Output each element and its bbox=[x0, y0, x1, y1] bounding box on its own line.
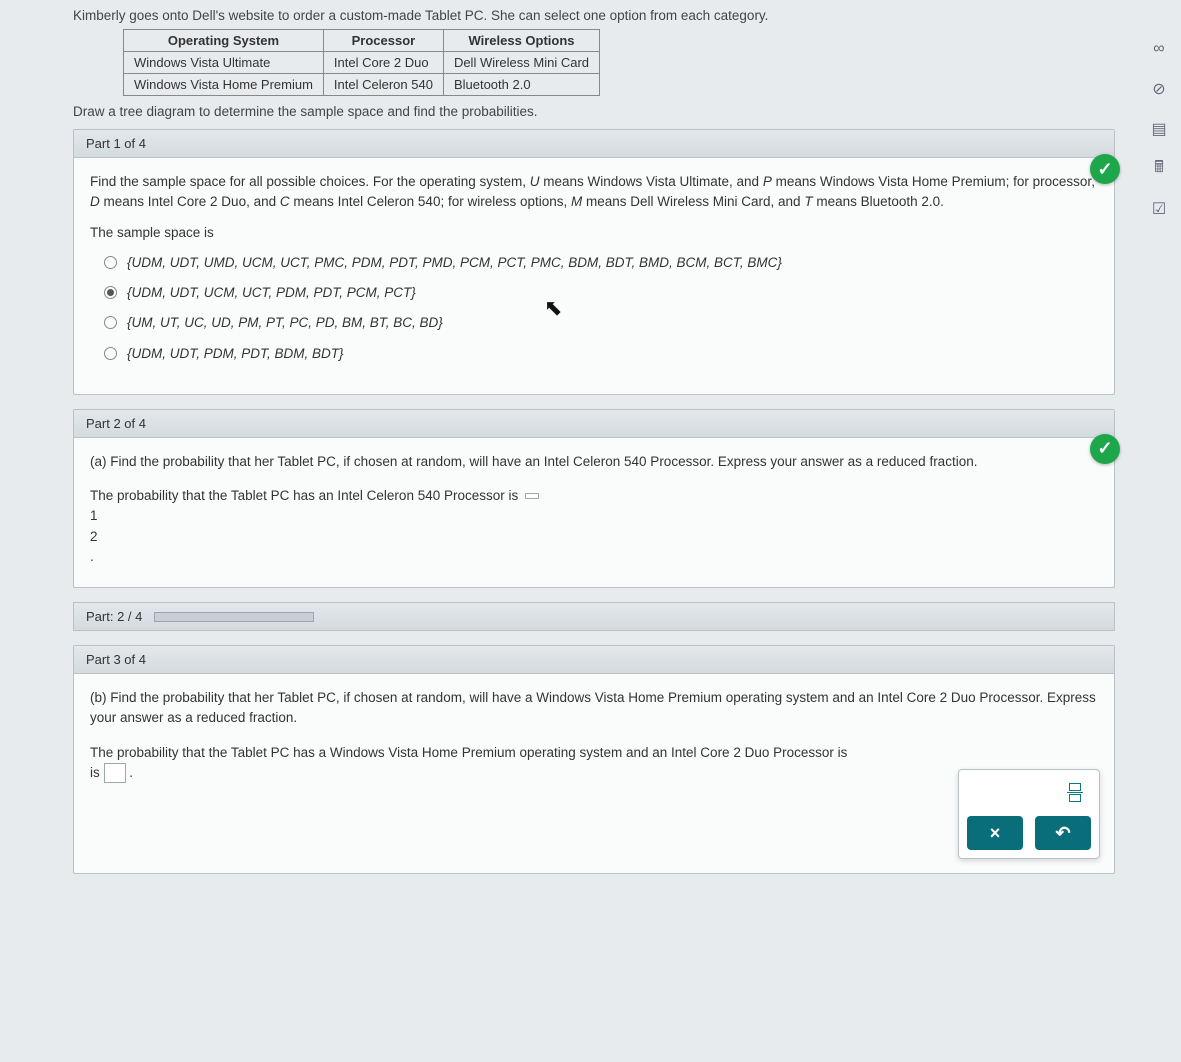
part-1-header: Part 1 of 4 bbox=[74, 130, 1114, 158]
undo-button[interactable]: ↶ bbox=[1035, 816, 1091, 850]
part-3: Part 3 of 4 (b) Find the probability tha… bbox=[73, 645, 1115, 874]
answer-toolbox: × ↶ bbox=[958, 769, 1100, 859]
part2-answer-line: The probability that the Tablet PC has a… bbox=[90, 486, 1098, 506]
progress-bar bbox=[154, 612, 314, 622]
radio-option-1[interactable]: {UDM, UDT, UMD, UCM, UCT, PMC, PDM, PDT,… bbox=[104, 253, 1098, 273]
link-icon[interactable]: ∞ bbox=[1148, 38, 1170, 60]
part-1: Part 1 of 4 ✓ Find the sample space for … bbox=[73, 129, 1115, 395]
th-os: Operating System bbox=[124, 30, 324, 52]
options-table: Operating System Processor Wireless Opti… bbox=[123, 29, 600, 96]
fraction-tool-button[interactable] bbox=[1059, 778, 1091, 806]
radio-option-4[interactable]: {UDM, UDT, PDM, PDT, BDM, BDT} bbox=[104, 344, 1098, 364]
correct-check-icon: ✓ bbox=[1090, 434, 1120, 464]
part3-answer-line: The probability that the Tablet PC has a… bbox=[90, 743, 1098, 784]
help-icon[interactable]: ⊘ bbox=[1148, 78, 1170, 100]
part-2: Part 2 of 4 ✓ (a) Find the probability t… bbox=[73, 409, 1115, 588]
table-row: Windows Vista Ultimate Intel Core 2 Duo … bbox=[124, 52, 600, 74]
doc-icon[interactable]: ▤ bbox=[1148, 118, 1170, 140]
radio-icon[interactable] bbox=[104, 347, 117, 360]
radio-option-2[interactable]: {UDM, UDT, UCM, UCT, PDM, PDT, PCM, PCT} bbox=[104, 283, 1098, 303]
flag-icon[interactable]: ☑ bbox=[1148, 198, 1170, 220]
th-wireless: Wireless Options bbox=[443, 30, 599, 52]
radio-icon[interactable] bbox=[104, 316, 117, 329]
table-row: Windows Vista Home Premium Intel Celeron… bbox=[124, 74, 600, 96]
answer-input[interactable] bbox=[104, 763, 126, 783]
calc-icon[interactable]: 🖩 bbox=[1148, 158, 1170, 180]
part2-question: (a) Find the probability that her Tablet… bbox=[90, 452, 1098, 472]
clear-button[interactable]: × bbox=[967, 816, 1023, 850]
correct-check-icon: ✓ bbox=[1090, 154, 1120, 184]
side-toolbar: ∞ ⊘ ▤ 🖩 ☑ bbox=[1137, 8, 1181, 888]
part1-prompt: Find the sample space for all possible c… bbox=[90, 172, 1098, 213]
progress-bar-row: Part: 2 / 4 bbox=[73, 602, 1115, 631]
part-3-header: Part 3 of 4 bbox=[74, 646, 1114, 674]
instruction-text: Draw a tree diagram to determine the sam… bbox=[73, 104, 1115, 119]
radio-option-3[interactable]: {UM, UT, UC, UD, PM, PT, PC, PD, BM, BT,… bbox=[104, 313, 1098, 333]
progress-label: Part: 2 / 4 bbox=[86, 609, 142, 624]
part3-question: (b) Find the probability that her Tablet… bbox=[90, 688, 1098, 729]
th-proc: Processor bbox=[323, 30, 443, 52]
sample-space-lead: The sample space is bbox=[90, 223, 1098, 243]
radio-icon[interactable] bbox=[104, 286, 117, 299]
problem-intro: Kimberly goes onto Dell's website to ord… bbox=[73, 8, 1115, 23]
part-2-header: Part 2 of 4 bbox=[74, 410, 1114, 438]
fraction-answer bbox=[525, 493, 539, 499]
radio-icon[interactable] bbox=[104, 256, 117, 269]
